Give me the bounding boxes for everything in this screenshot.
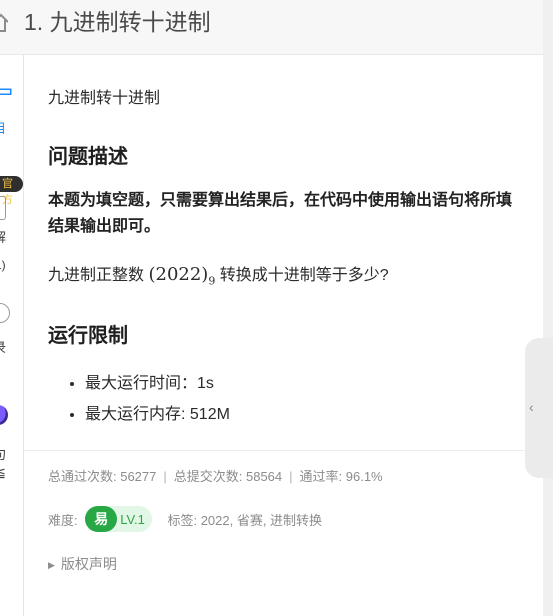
stat-pass-rate: 通过率: 96.1%: [299, 469, 383, 484]
sidebar-item-catalog[interactable]: 目: [0, 118, 6, 137]
official-badge: 官方: [0, 176, 23, 206]
description-heading: 问题描述: [48, 146, 128, 168]
page-title: 1. 九进制转十进制: [24, 9, 211, 35]
limit-memory: 最大运行内存: 512M: [85, 399, 230, 430]
question-suffix: 转换成十进制等于多少?: [219, 267, 389, 284]
stat-total-submitted: 总提交次数: 58564: [173, 469, 283, 484]
header-bar: 1. 九进制转十进制: [0, 0, 553, 55]
math-expression: (2022)9: [148, 264, 216, 288]
question-prefix: 九进制正整数: [48, 267, 145, 284]
math-value: (2022): [148, 264, 209, 285]
solution-icon[interactable]: [0, 196, 6, 220]
solution-count: 1): [0, 258, 6, 272]
stat-total-passed: 总通过次数: 56277: [48, 469, 157, 484]
copyright-toggle[interactable]: ▶ 版权声明: [48, 554, 117, 574]
question-text: 九进制正整数 (2022)9 转换成十进制等于多少?: [48, 261, 389, 288]
difficulty-label: 难度:: [48, 512, 78, 528]
sidebar-item-ask[interactable]: 句: [0, 444, 6, 463]
sidebar-item-solution[interactable]: 解: [0, 227, 6, 246]
stat-separator: |: [163, 469, 167, 484]
sidebar-item-record[interactable]: 录: [0, 337, 6, 356]
chevron-left-icon: ‹: [529, 399, 534, 415]
difficulty-level: LV.1: [120, 512, 145, 527]
tags-text: 标签: 2022, 省赛, 进制转换: [167, 512, 323, 528]
limit-time: 最大运行时间：1s: [85, 368, 230, 399]
problem-name: 九进制转十进制: [48, 90, 161, 107]
panel-collapse-handle[interactable]: ‹: [525, 338, 553, 478]
right-edge-strip: [543, 0, 553, 616]
assistant-avatar[interactable]: [0, 405, 8, 425]
sidebar-char-top[interactable]: 尸: [0, 81, 14, 110]
difficulty-badge: 易 LV.1: [85, 506, 152, 532]
difficulty-value: 易: [85, 506, 118, 532]
expand-triangle-icon: ▶: [48, 560, 55, 570]
copyright-label: 版权声明: [60, 556, 117, 572]
description-note: 本题为填空题，只需要算出结果后，在代码中使用输出语句将所填结果输出即可。: [48, 192, 513, 235]
stat-separator: |: [289, 469, 293, 484]
sidebar-item-more[interactable]: ≦: [0, 465, 6, 481]
limits-list: 最大运行时间：1s 最大运行内存: 512M: [48, 368, 230, 430]
stats-row: 总通过次数: 56277 | 总提交次数: 58564 | 通过率: 96.1%: [48, 466, 383, 485]
section-divider: [24, 450, 524, 451]
math-base: 9: [208, 274, 216, 288]
limits-heading: 运行限制: [48, 325, 128, 347]
left-side-panel: 尸 目 官方 解 1) 录 句 ≦: [0, 55, 24, 616]
record-icon[interactable]: [0, 303, 10, 323]
meta-row: 难度: 易 LV.1 标签: 2022, 省赛, 进制转换: [48, 506, 322, 532]
home-icon[interactable]: [0, 12, 8, 34]
